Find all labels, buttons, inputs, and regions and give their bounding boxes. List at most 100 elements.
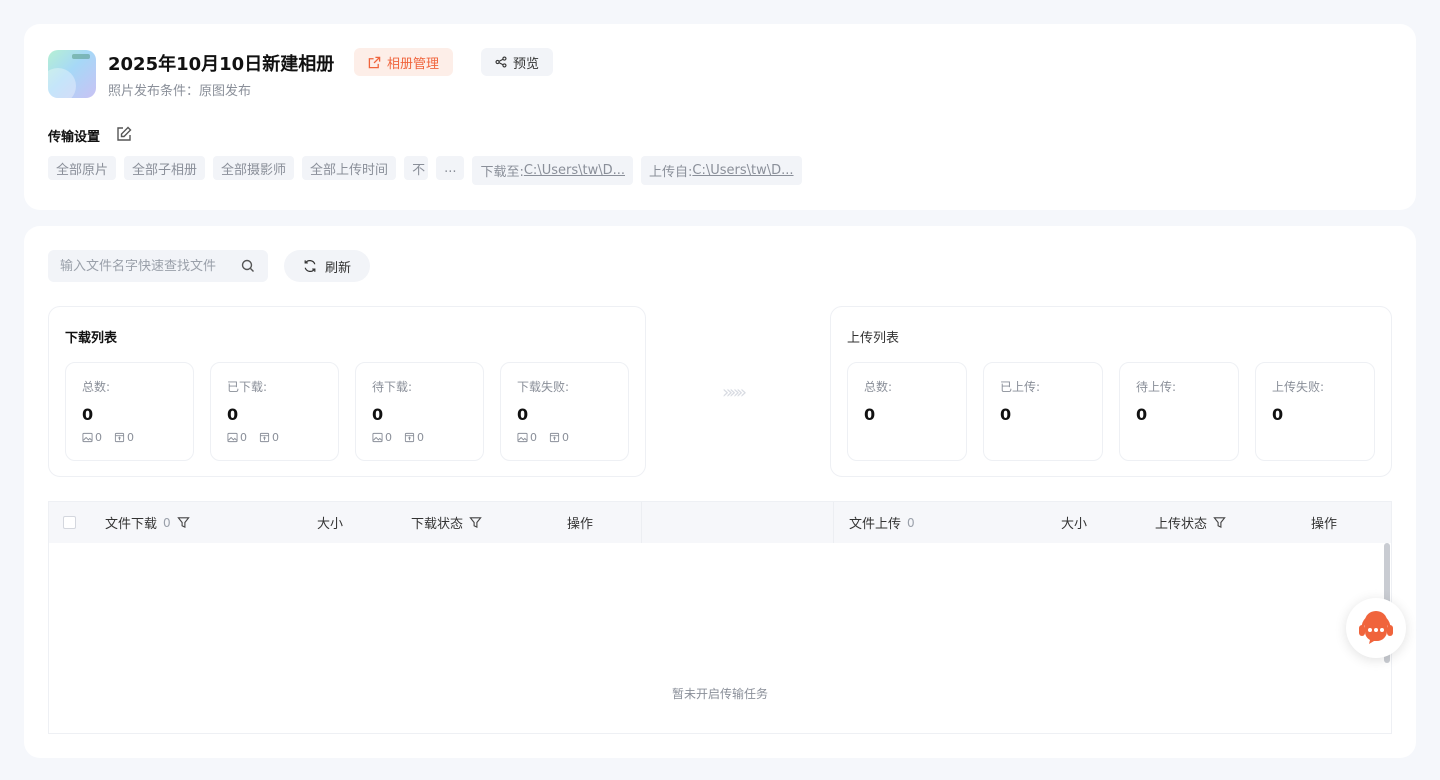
share-icon [495, 56, 507, 68]
album-manage-label: 相册管理 [387, 56, 440, 72]
upload-stat-pending: 待上传: 0 [1119, 362, 1239, 461]
upload-stat-failed: 上传失败: 0 [1255, 362, 1375, 461]
upload-path-prefix: 上传自: [649, 165, 693, 180]
tag-all-upload-times: 全部上传时间 [302, 156, 397, 180]
stat-breakdown: 0 0 [372, 431, 424, 444]
album-cover-thumbnail[interactable] [48, 50, 96, 98]
stat-value: 0 [82, 405, 94, 424]
stat-label: 总数: [82, 380, 111, 394]
col-count: 0 [163, 515, 171, 530]
upload-path-link[interactable]: C:\Users\tw\D... [692, 163, 793, 178]
col-download-status: 下载状态 [411, 502, 482, 543]
stat-label: 上传失败: [1272, 380, 1325, 394]
image-icon [82, 432, 93, 443]
tag-truncated: 不 [404, 156, 429, 180]
image-count: 0 [530, 431, 537, 444]
stat-label: 待上传: [1136, 380, 1177, 394]
stat-breakdown: 0 0 [517, 431, 569, 444]
stat-value: 0 [227, 405, 239, 424]
tag-all-photographers: 全部摄影师 [213, 156, 295, 180]
stat-label: 待下载: [372, 380, 413, 394]
stat-label: 已上传: [1000, 380, 1041, 394]
image-icon [372, 432, 383, 443]
refresh-icon [304, 260, 316, 272]
customer-service-icon [1359, 611, 1393, 644]
col-label: 下载状态 [411, 517, 464, 532]
col-upload-status: 上传状态 [1155, 502, 1226, 543]
customer-service-button[interactable] [1346, 598, 1406, 658]
stat-label: 下载失败: [517, 380, 570, 394]
download-stat-downloaded: 已下载: 0 0 0 [210, 362, 339, 461]
upload-stat-uploaded: 已上传: 0 [983, 362, 1103, 461]
transfer-table: 文件下载 0 大小 下载状态 操作 文件上传 0 大小 上传状态 操作 暂未开启… [48, 501, 1392, 734]
file-count: 0 [417, 431, 424, 444]
col-upload-action: 操作 [1311, 517, 1338, 532]
file-icon [114, 432, 125, 443]
image-count: 0 [385, 431, 392, 444]
refresh-button[interactable]: 刷新 [284, 250, 370, 282]
tag-download-path[interactable]: 下载至: C:\Users\tw\D... [472, 156, 633, 185]
upload-list-panel: 上传列表 总数: 0 已上传: 0 待上传: 0 上传失败: 0 [830, 306, 1392, 477]
file-icon [404, 432, 415, 443]
album-manage-button[interactable]: 相册管理 [354, 48, 454, 76]
tag-upload-path[interactable]: 上传自: C:\Users\tw\D... [641, 156, 802, 185]
stat-value: 0 [517, 405, 529, 424]
tag-all-originals: 全部原片 [48, 156, 117, 180]
col-count: 0 [907, 515, 915, 530]
album-header-card: 2025年10月10日新建相册 照片发布条件：原图发布 相册管理 预览 传输设置… [24, 24, 1416, 210]
download-list-panel: 下载列表 总数: 0 0 0 已下载: 0 0 0 待下载: 0 0 0 下载失… [48, 306, 646, 477]
stat-breakdown: 0 0 [227, 431, 279, 444]
column-divider [833, 502, 834, 543]
album-title: 2025年10月10日新建相册 [108, 54, 335, 75]
stat-value: 0 [1000, 405, 1012, 424]
filter-icon[interactable] [1213, 516, 1226, 529]
image-icon [517, 432, 528, 443]
search-icon[interactable] [240, 258, 256, 274]
stat-value: 0 [1272, 405, 1284, 424]
file-search-box[interactable] [48, 250, 268, 282]
image-count: 0 [95, 431, 102, 444]
transfer-direction-arrows-icon: »»» [722, 382, 747, 403]
file-icon [549, 432, 560, 443]
stat-value: 0 [864, 405, 876, 424]
transfer-card: 刷新 下载列表 总数: 0 0 0 已下载: 0 0 0 [24, 226, 1416, 758]
file-count: 0 [272, 431, 279, 444]
filter-icon[interactable] [469, 516, 482, 529]
col-upload-size: 大小 [1061, 517, 1088, 532]
edit-icon[interactable] [115, 125, 133, 143]
transfer-settings-tags: 全部原片 全部子相册 全部摄影师 全部上传时间 不 ... 下载至: C:\Use… [48, 156, 802, 185]
col-download-action: 操作 [567, 517, 594, 532]
stat-value: 0 [372, 405, 384, 424]
image-icon [227, 432, 238, 443]
file-search-input[interactable] [60, 258, 230, 274]
tag-more[interactable]: ... [436, 156, 465, 180]
download-stat-failed: 下载失败: 0 0 0 [500, 362, 629, 461]
album-publish-condition: 照片发布条件：原图发布 [108, 84, 252, 99]
stat-value: 0 [1136, 405, 1148, 424]
column-divider [641, 502, 642, 543]
preview-label: 预览 [513, 56, 540, 72]
col-download-size: 大小 [317, 517, 344, 532]
filter-icon[interactable] [176, 516, 190, 529]
upload-list-title: 上传列表 [847, 331, 900, 346]
file-count: 0 [127, 431, 134, 444]
download-path-prefix: 下载至: [480, 165, 524, 180]
col-label: 上传状态 [1155, 517, 1208, 532]
file-icon [259, 432, 270, 443]
stat-label: 已下载: [227, 380, 268, 394]
stat-breakdown: 0 0 [82, 431, 134, 444]
external-edit-icon [368, 56, 381, 68]
download-path-link[interactable]: C:\Users\tw\D... [524, 163, 625, 178]
download-stat-pending: 待下载: 0 0 0 [355, 362, 484, 461]
empty-state-text: 暂未开启传输任务 [671, 687, 768, 701]
preview-button[interactable]: 预览 [481, 48, 554, 76]
select-all-checkbox[interactable] [63, 516, 76, 529]
refresh-label: 刷新 [324, 260, 351, 276]
col-label: 文件上传 [849, 517, 902, 532]
download-list-title: 下载列表 [65, 331, 118, 346]
upload-stat-total: 总数: 0 [847, 362, 967, 461]
download-stat-total: 总数: 0 0 0 [65, 362, 194, 461]
col-file-download: 文件下载 0 [105, 502, 190, 543]
col-label: 文件下载 [105, 517, 158, 532]
stat-label: 总数: [864, 380, 893, 394]
